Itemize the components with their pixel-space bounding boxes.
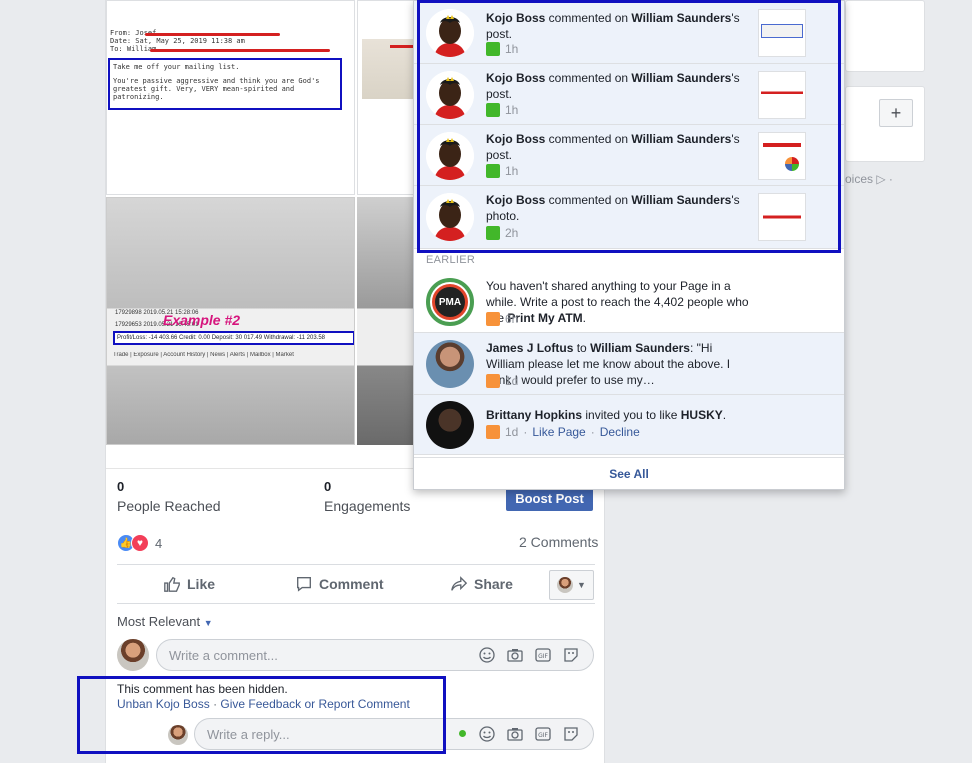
notification-text: James J Loftus to William Saunders: "Hi … [486, 341, 731, 387]
sticker-icon[interactable] [563, 647, 579, 663]
people-reached-stat: 0 People Reached [117, 479, 221, 514]
separator: · [590, 425, 595, 439]
notification-meta: 1d [486, 374, 518, 388]
comments-count-link[interactable]: 2 Comments [519, 534, 598, 550]
avatar[interactable] [117, 639, 149, 671]
engagements-count: 0 [324, 479, 332, 494]
add-button[interactable]: + [879, 99, 913, 127]
comment-sort-dropdown[interactable]: Most Relevant ▼ [117, 614, 213, 629]
post-action-bar: Like Comment Share ▼ [117, 564, 595, 604]
notification-item[interactable]: PMA You haven't shared anything to your … [414, 271, 844, 333]
notification-time: 6h [505, 312, 519, 326]
sticker-icon[interactable] [563, 726, 579, 742]
thumbs-up-icon [164, 576, 180, 592]
people-reached-label: People Reached [117, 498, 221, 514]
notification-item[interactable]: Brittany Hopkins invited you to like HUS… [414, 395, 844, 455]
post-image-example-2[interactable]: 17929898 2019.05.21 15:28:06 17929653 20… [106, 197, 355, 445]
right-column-card [845, 0, 925, 72]
comment-input[interactable]: Write a comment... GIF [156, 639, 594, 671]
notification-meta: 6h [486, 312, 518, 326]
gif-icon[interactable]: GIF [535, 647, 551, 663]
comment-button[interactable]: Comment [295, 575, 384, 593]
avatar [426, 401, 474, 449]
annotation-highlight-box [77, 676, 446, 754]
share-arrow-icon [451, 576, 468, 591]
notification-item[interactable]: James J Loftus to William Saunders: "Hi … [414, 333, 844, 395]
reactions-count: 4 [155, 535, 163, 551]
post-image-thumb[interactable] [357, 0, 417, 195]
speech-bubble-icon [297, 577, 311, 592]
email-body-line: Take me off your mailing list. [113, 63, 240, 71]
camera-icon[interactable] [507, 647, 523, 663]
page-avatar: PMA [426, 278, 474, 326]
emoji-icon[interactable] [479, 726, 495, 742]
identity-selector[interactable]: ▼ [549, 570, 594, 600]
red-arrow-annotation [150, 49, 330, 52]
like-button[interactable]: Like [163, 575, 215, 593]
share-button[interactable]: Share [450, 575, 513, 593]
page-flag-icon [486, 374, 500, 388]
chevron-down-icon: ▼ [577, 580, 586, 590]
caret-down-icon: ▼ [203, 618, 213, 628]
notification-time: 1d [505, 374, 519, 388]
post-image-thumb[interactable] [357, 197, 417, 445]
annotation-highlight-box [417, 0, 841, 253]
example-tabs: Trade | Exposure | Account History | New… [113, 352, 294, 358]
notification-meta: 1d · Like Page · Decline [486, 425, 640, 439]
see-all-link[interactable]: See All [414, 457, 844, 489]
red-arrow-annotation [145, 33, 280, 36]
engagements-label: Engagements [324, 498, 411, 514]
comment-label: Comment [319, 576, 384, 592]
people-reached-count: 0 [117, 479, 125, 494]
profit-loss-bar: Profit/Loss: -14 403.66 Credit: 0.00 Dep… [113, 331, 354, 345]
blurred-image [362, 39, 416, 99]
notification-text: Brittany Hopkins invited you to like HUS… [486, 408, 727, 422]
svg-text:GIF: GIF [538, 732, 548, 739]
like-page-link[interactable]: Like Page [532, 425, 585, 439]
engagements-stat: 0 Engagements [324, 479, 410, 514]
email-body-line: You're passive aggressive and think you … [113, 77, 320, 101]
reactions-summary[interactable]: 👍 ♥ 4 [117, 533, 162, 553]
email-date: Date: Sat, May 25, 2019 11:38 am [110, 37, 245, 45]
earlier-section-label: EARLIER [426, 254, 476, 266]
online-status-dot [459, 730, 466, 737]
page-flag-icon [486, 425, 500, 439]
adchoices-link[interactable]: oices ▷ · [845, 172, 893, 186]
comment-placeholder: Write a comment... [169, 647, 278, 663]
avatar [426, 340, 474, 388]
decline-link[interactable]: Decline [600, 425, 640, 439]
notification-text: You haven't shared anything to your Page… [486, 279, 749, 325]
avatar [557, 577, 574, 593]
camera-icon[interactable] [507, 726, 523, 742]
page-flag-icon [486, 312, 500, 326]
svg-text:GIF: GIF [538, 653, 548, 660]
notification-time: 1d [505, 425, 519, 439]
post-image-email-screenshot[interactable]: From: Josef Date: Sat, May 25, 2019 11:3… [106, 0, 355, 195]
love-reaction-icon: ♥ [131, 534, 149, 552]
comment-sort-label: Most Relevant [117, 614, 201, 629]
example-title: Example #2 [163, 312, 241, 328]
email-body-highlight: Take me off your mailing list. You're pa… [108, 58, 342, 110]
gif-icon[interactable]: GIF [535, 726, 551, 742]
page-avatar-text: PMA [432, 284, 468, 320]
share-label: Share [474, 576, 513, 592]
emoji-icon[interactable] [479, 647, 495, 663]
like-label: Like [187, 576, 216, 592]
separator: · [523, 425, 528, 439]
